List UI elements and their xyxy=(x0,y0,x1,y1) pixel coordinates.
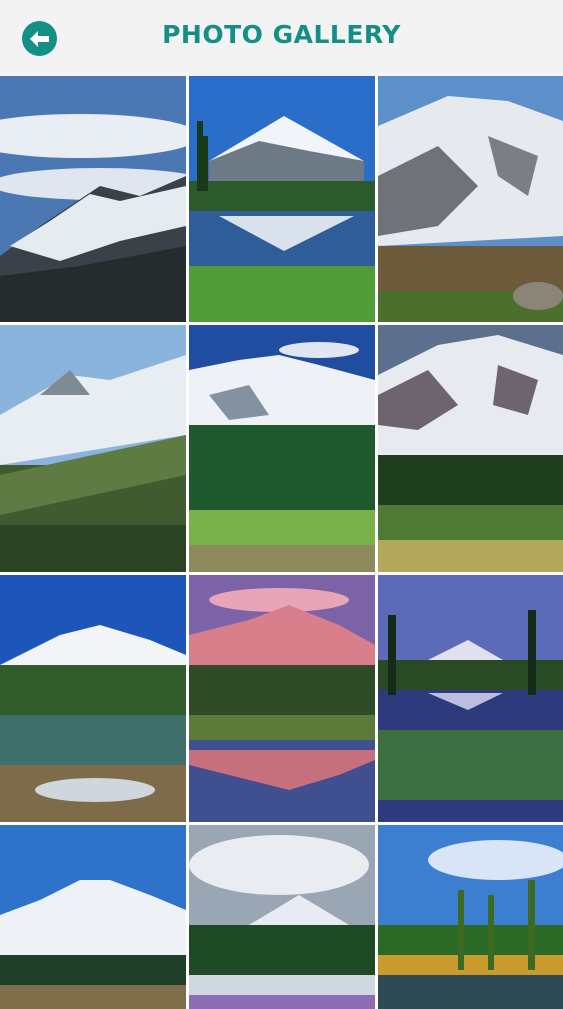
photo-thumbnail[interactable] xyxy=(189,825,375,1009)
photo-thumbnail[interactable] xyxy=(378,575,563,822)
photo-thumbnail[interactable] xyxy=(378,825,563,1009)
photo-grid xyxy=(0,76,563,1009)
photo-thumbnail[interactable] xyxy=(189,325,375,572)
photo-thumbnail[interactable] xyxy=(378,76,563,322)
photo-thumbnail[interactable] xyxy=(378,325,563,572)
photo-thumbnail[interactable] xyxy=(0,76,186,322)
photo-thumbnail[interactable] xyxy=(189,575,375,822)
photo-thumbnail[interactable] xyxy=(189,76,375,322)
photo-thumbnail[interactable] xyxy=(0,825,186,1009)
photo-thumbnail[interactable] xyxy=(0,575,186,822)
app-header: PHOTO GALLERY xyxy=(0,0,563,76)
photo-thumbnail[interactable] xyxy=(0,325,186,572)
page-title: PHOTO GALLERY xyxy=(162,20,401,49)
